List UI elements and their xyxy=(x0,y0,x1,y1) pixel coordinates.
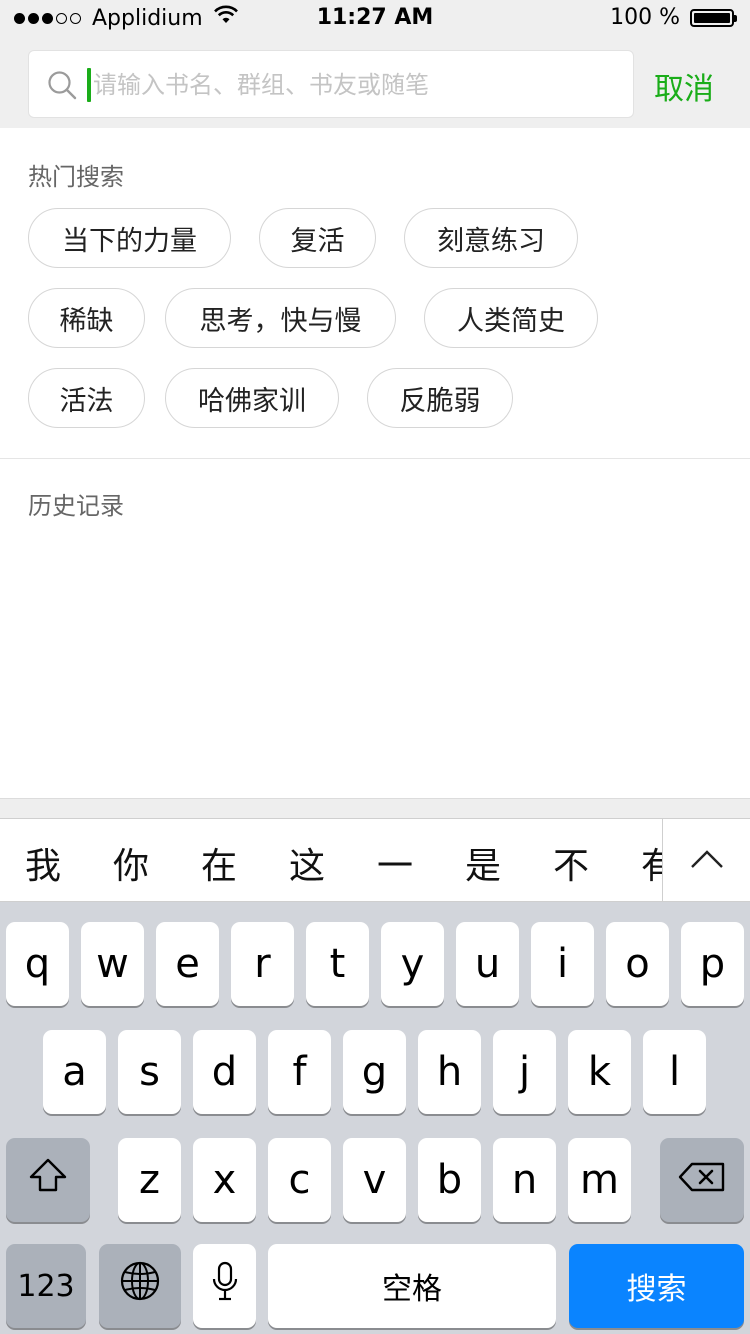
key-n[interactable]: n xyxy=(493,1138,556,1222)
hot-search-tag[interactable]: 哈佛家训 xyxy=(165,368,339,428)
section-divider xyxy=(0,458,750,459)
expand-candidates-button[interactable] xyxy=(662,819,750,901)
key-q[interactable]: q xyxy=(6,922,69,1006)
key-o[interactable]: o xyxy=(606,922,669,1006)
candidate-word[interactable]: 我 xyxy=(13,837,73,889)
chevron-up-icon xyxy=(690,849,724,873)
key-k[interactable]: k xyxy=(568,1030,631,1114)
cancel-button[interactable]: 取消 xyxy=(654,64,714,108)
key-m[interactable]: m xyxy=(568,1138,631,1222)
status-right: 100 % xyxy=(610,5,737,30)
key-s[interactable]: s xyxy=(118,1030,181,1114)
search-input[interactable] xyxy=(93,65,613,105)
key-r[interactable]: r xyxy=(231,922,294,1006)
key-u[interactable]: u xyxy=(456,922,519,1006)
hot-search-tag[interactable]: 思考，快与慢 xyxy=(165,288,396,348)
key-e[interactable]: e xyxy=(156,922,219,1006)
shift-key[interactable] xyxy=(6,1138,90,1222)
key-t[interactable]: t xyxy=(306,922,369,1006)
key-w[interactable]: w xyxy=(81,922,144,1006)
hot-search-tag[interactable]: 活法 xyxy=(28,368,145,428)
key-z[interactable]: z xyxy=(118,1138,181,1222)
hot-search-title: 热门搜索 xyxy=(28,163,124,191)
key-y[interactable]: y xyxy=(381,922,444,1006)
key-j[interactable]: j xyxy=(493,1030,556,1114)
search-bar: 取消 xyxy=(0,38,750,128)
key-d[interactable]: d xyxy=(193,1030,256,1114)
history-title: 历史记录 xyxy=(28,492,124,520)
status-bar: Applidium 11:27 AM 100 % xyxy=(0,0,750,38)
tag-row: 稀缺 思考，快与慢 人类简史 xyxy=(28,288,728,348)
candidate-word[interactable]: 一 xyxy=(365,837,425,889)
globe-key[interactable] xyxy=(99,1244,181,1328)
candidate-word[interactable]: 是 xyxy=(453,837,513,889)
hot-search-tag[interactable]: 当下的力量 xyxy=(28,208,231,268)
candidate-word[interactable]: 你 xyxy=(101,837,161,889)
key-p[interactable]: p xyxy=(681,922,744,1006)
key-l[interactable]: l xyxy=(643,1030,706,1114)
microphone-icon xyxy=(211,1260,239,1312)
candidate-list: 我 你 在 这 一 是 不 有 xyxy=(0,819,662,901)
key-f[interactable]: f xyxy=(268,1030,331,1114)
delete-key[interactable] xyxy=(660,1138,744,1222)
battery-icon xyxy=(690,8,737,27)
hot-search-tag[interactable]: 稀缺 xyxy=(28,288,145,348)
keyboard-top-gap xyxy=(0,798,750,818)
dictation-key[interactable] xyxy=(193,1244,256,1328)
space-key[interactable]: 空格 xyxy=(268,1244,556,1328)
key-g[interactable]: g xyxy=(343,1030,406,1114)
hot-search-tags: 当下的力量 复活 刻意练习 稀缺 思考，快与慢 人类简史 活法 哈佛家训 反脆弱 xyxy=(28,208,728,448)
search-box[interactable] xyxy=(28,50,634,118)
tag-row: 当下的力量 复活 刻意练习 xyxy=(28,208,728,268)
key-b[interactable]: b xyxy=(418,1138,481,1222)
text-cursor xyxy=(87,68,91,102)
key-x[interactable]: x xyxy=(193,1138,256,1222)
numbers-key[interactable]: 123 xyxy=(6,1244,86,1328)
key-h[interactable]: h xyxy=(418,1030,481,1114)
shift-icon xyxy=(28,1157,68,1203)
candidate-word[interactable]: 有 xyxy=(629,837,662,889)
hot-search-tag[interactable]: 刻意练习 xyxy=(404,208,578,268)
candidate-word[interactable]: 这 xyxy=(277,837,337,889)
tag-row: 活法 哈佛家训 反脆弱 xyxy=(28,368,728,428)
hot-search-tag[interactable]: 人类简史 xyxy=(424,288,598,348)
candidate-word[interactable]: 在 xyxy=(189,837,249,889)
hot-search-tag[interactable]: 反脆弱 xyxy=(367,368,513,428)
backspace-icon xyxy=(678,1157,726,1203)
key-v[interactable]: v xyxy=(343,1138,406,1222)
key-c[interactable]: c xyxy=(268,1138,331,1222)
key-i[interactable]: i xyxy=(531,922,594,1006)
candidate-bar: 我 你 在 这 一 是 不 有 xyxy=(0,818,750,902)
search-key[interactable]: 搜索 xyxy=(569,1244,744,1328)
globe-icon xyxy=(119,1260,161,1312)
keyboard: q w e r t y u i o p a s d f g h j k l z … xyxy=(0,902,750,1334)
battery-percentage: 100 % xyxy=(610,5,680,30)
search-icon xyxy=(47,70,77,104)
hot-search-tag[interactable]: 复活 xyxy=(259,208,376,268)
candidate-word[interactable]: 不 xyxy=(541,837,601,889)
key-a[interactable]: a xyxy=(43,1030,106,1114)
